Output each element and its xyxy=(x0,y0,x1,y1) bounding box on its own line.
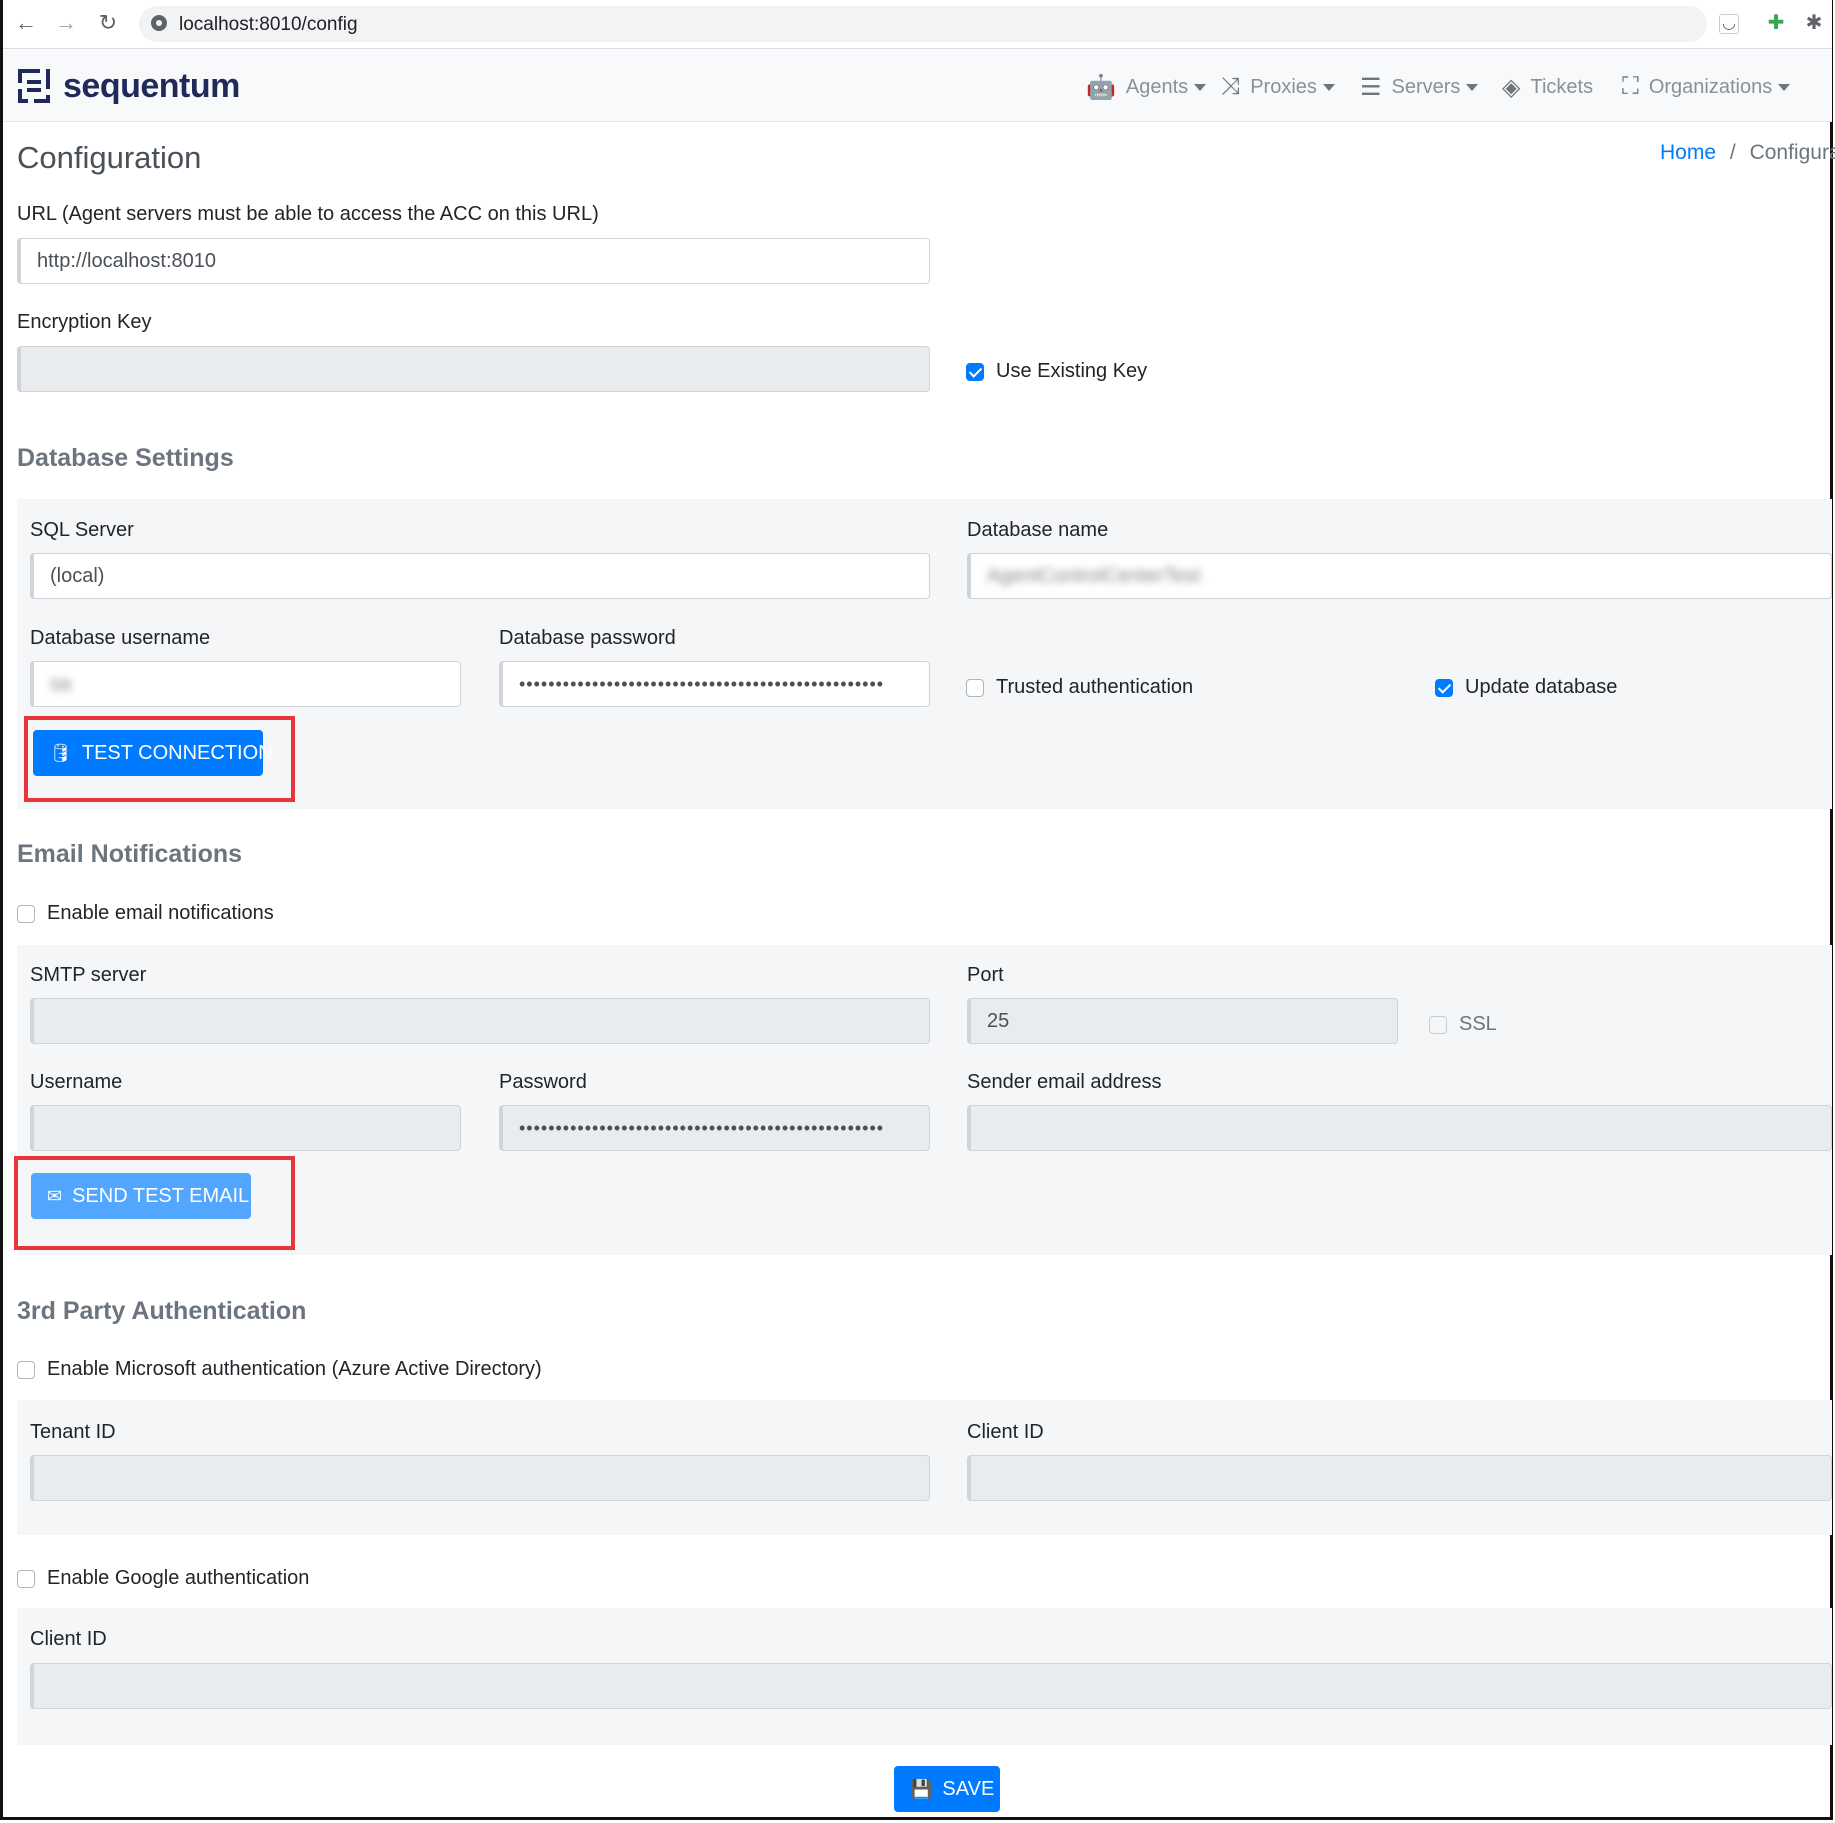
site-info-icon[interactable] xyxy=(151,15,167,31)
encryption-key-input[interactable] xyxy=(17,346,930,392)
highlight-box-test-connection xyxy=(24,716,295,802)
sequentum-logo-icon xyxy=(18,69,50,103)
checkbox-unchecked-icon xyxy=(1429,1015,1447,1034)
sql-server-label: SQL Server xyxy=(30,519,134,541)
trusted-authentication-label: Trusted authentication xyxy=(996,676,1194,698)
nav-tickets-label: Tickets xyxy=(1530,76,1594,98)
use-existing-key-checkbox[interactable]: Use Existing Key xyxy=(966,360,1147,383)
use-existing-key-label: Use Existing Key xyxy=(996,360,1148,382)
address-bar[interactable]: localhost:8010/config xyxy=(139,6,1707,42)
reload-icon[interactable]: ↻ xyxy=(95,10,121,36)
database-settings-heading: Database Settings xyxy=(17,444,234,472)
nav-proxies-label: Proxies xyxy=(1250,75,1317,98)
enable-email-label: Enable email notifications xyxy=(47,902,274,924)
ticket-icon: ◈ xyxy=(1502,74,1521,101)
port-input[interactable]: 25 xyxy=(967,998,1398,1044)
caret-down-icon xyxy=(1194,84,1207,91)
trusted-authentication-checkbox[interactable]: Trusted authentication xyxy=(966,676,1193,699)
sql-server-input[interactable]: (local) xyxy=(30,553,930,599)
highlight-box-send-test-email xyxy=(14,1156,295,1250)
breadcrumb: Home / Configurat xyxy=(1660,141,1835,165)
android-icon: 🤖 xyxy=(1086,74,1116,101)
checkbox-checked-icon xyxy=(1435,678,1453,697)
checkbox-unchecked-icon xyxy=(17,1360,35,1379)
address-url: localhost:8010/config xyxy=(179,14,358,35)
smtp-server-input[interactable] xyxy=(30,998,930,1044)
checkbox-unchecked-icon xyxy=(17,1569,35,1588)
nav-organizations-label: Organizations xyxy=(1648,75,1773,98)
url-label: URL (Agent servers must be able to acces… xyxy=(17,203,599,225)
enable-google-auth-label: Enable Google authentication xyxy=(47,1567,310,1589)
add-extension-icon[interactable]: ✚ xyxy=(1765,12,1787,34)
email-notifications-heading: Email Notifications xyxy=(17,840,243,868)
caret-down-icon xyxy=(1466,84,1479,91)
extensions-puzzle-icon[interactable]: ✱ xyxy=(1803,12,1825,34)
google-client-id-input[interactable] xyxy=(30,1663,1832,1709)
floppy-disk-icon: 💾 xyxy=(910,1778,933,1799)
nav-agents[interactable]: 🤖 Agents xyxy=(1086,73,1207,102)
database-username-value: sa xyxy=(50,673,72,695)
checkbox-unchecked-icon xyxy=(966,678,984,697)
forward-icon[interactable]: → xyxy=(53,10,79,36)
nav-proxies[interactable]: ⤨ Proxies xyxy=(1221,73,1335,101)
pocket-extension-icon[interactable]: ◡ xyxy=(1719,14,1739,34)
ssl-checkbox[interactable]: SSL xyxy=(1429,1013,1497,1036)
nav-servers-label: Servers xyxy=(1391,76,1461,98)
browser-toolbar: ← → ↻ localhost:8010/config ◡ ✚ ✱ xyxy=(3,0,1832,49)
breadcrumb-separator: / xyxy=(1729,141,1736,164)
database-username-input[interactable]: sa xyxy=(30,661,461,707)
email-username-input[interactable] xyxy=(30,1105,461,1151)
brand-name: sequentum xyxy=(63,66,240,105)
page-title: Configuration xyxy=(17,140,202,175)
enable-google-auth-checkbox[interactable]: Enable Google authentication xyxy=(17,1567,309,1590)
enable-email-checkbox[interactable]: Enable email notifications xyxy=(17,902,274,925)
database-name-label: Database name xyxy=(967,519,1109,541)
back-icon[interactable]: ← xyxy=(13,10,39,36)
checkbox-checked-icon xyxy=(966,362,984,381)
enable-microsoft-auth-checkbox[interactable]: Enable Microsoft authentication (Azure A… xyxy=(17,1358,542,1381)
tenant-id-label: Tenant ID xyxy=(30,1421,116,1443)
breadcrumb-home[interactable]: Home xyxy=(1660,141,1716,164)
database-name-value: AgentControlCenterTest xyxy=(987,565,1201,587)
update-database-label: Update database xyxy=(1465,676,1618,698)
sender-email-input[interactable] xyxy=(967,1105,1832,1151)
url-input[interactable]: http://localhost:8010 xyxy=(17,238,930,284)
shuffle-icon: ⤨ xyxy=(1221,73,1241,100)
ssl-label: SSL xyxy=(1459,1013,1497,1035)
nav-tickets[interactable]: ◈ Tickets xyxy=(1502,73,1593,102)
sitemap-icon: ⛶ xyxy=(1622,73,1639,100)
nav-agents-label: Agents xyxy=(1125,76,1189,98)
tenant-id-input[interactable] xyxy=(30,1455,930,1501)
brand-logo[interactable]: sequentum xyxy=(17,66,240,105)
nav-organizations[interactable]: ⛶ Organizations xyxy=(1622,73,1791,101)
nav-servers[interactable]: ☰ Servers xyxy=(1360,73,1479,102)
app-navbar: sequentum 🤖 Agents ⤨ Proxies ☰ Servers ◈… xyxy=(3,49,1832,122)
server-icon: ☰ xyxy=(1360,74,1382,101)
breadcrumb-current: Configurat xyxy=(1749,141,1835,164)
sender-email-label: Sender email address xyxy=(967,1071,1162,1093)
port-label: Port xyxy=(967,964,1004,986)
database-name-input[interactable]: AgentControlCenterTest xyxy=(967,553,1832,599)
email-password-label: Password xyxy=(499,1071,587,1093)
save-label: SAVE xyxy=(942,1777,995,1800)
update-database-checkbox[interactable]: Update database xyxy=(1435,676,1617,699)
checkbox-unchecked-icon xyxy=(17,904,35,923)
database-username-label: Database username xyxy=(30,627,211,649)
email-username-label: Username xyxy=(30,1071,123,1093)
microsoft-client-id-input[interactable] xyxy=(967,1455,1832,1501)
database-password-input[interactable]: ••••••••••••••••••••••••••••••••••••••••… xyxy=(499,661,930,707)
email-password-input[interactable]: ••••••••••••••••••••••••••••••••••••••••… xyxy=(499,1105,930,1151)
third-party-auth-heading: 3rd Party Authentication xyxy=(17,1297,307,1325)
caret-down-icon xyxy=(1322,83,1335,91)
save-button[interactable]: 💾 SAVE xyxy=(894,1766,1000,1812)
microsoft-client-id-label: Client ID xyxy=(967,1421,1044,1443)
google-client-id-label: Client ID xyxy=(30,1628,107,1650)
caret-down-icon xyxy=(1778,83,1791,91)
enable-microsoft-auth-label: Enable Microsoft authentication (Azure A… xyxy=(47,1358,542,1380)
encryption-key-label: Encryption Key xyxy=(17,311,152,333)
database-password-label: Database password xyxy=(499,627,676,649)
smtp-server-label: SMTP server xyxy=(30,964,147,986)
